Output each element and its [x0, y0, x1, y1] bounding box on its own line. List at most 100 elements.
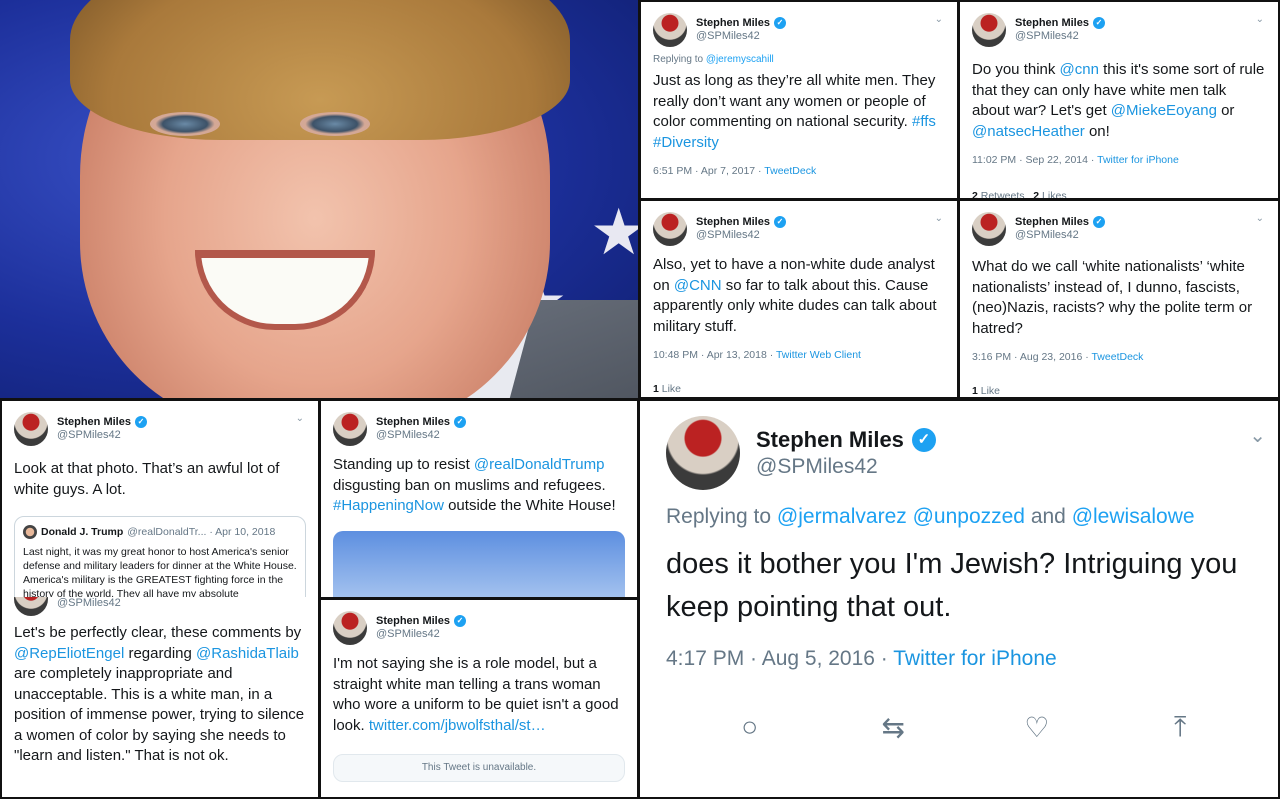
tweet-source[interactable]: TweetDeck	[1091, 351, 1143, 363]
mention-link[interactable]: @RepEliotEngel	[14, 645, 124, 662]
avatar[interactable]	[972, 212, 1006, 246]
chevron-down-icon[interactable]: ⌄	[1256, 213, 1264, 224]
hashtag-link[interactable]: #HappeningNow	[333, 497, 444, 514]
chevron-down-icon[interactable]: ⌄	[935, 14, 943, 25]
retweet-icon[interactable]: ⇆	[873, 711, 913, 744]
tweet-card[interactable]: Stephen Miles ✓ @SPMiles42 Standing up to…	[321, 401, 637, 597]
like-icon[interactable]: ♡	[1017, 711, 1057, 744]
reply-icon[interactable]: ○	[730, 711, 770, 744]
tweet-meta: 10:48 PM · Apr 13, 2018 · Twitter Web Cl…	[653, 349, 945, 361]
avatar[interactable]	[333, 412, 367, 446]
author-handle[interactable]: @SPMiles42	[756, 454, 936, 480]
tweet-card[interactable]: @SPMiles42 Let's be perfectly clear, the…	[2, 597, 318, 797]
author-name[interactable]: Stephen Miles	[1015, 17, 1089, 30]
mention-link[interactable]: @lewisalowe	[1072, 505, 1195, 528]
tweet-source[interactable]: Twitter for iPhone	[1097, 154, 1179, 166]
mention-link[interactable]: @jeremyscahill	[706, 54, 774, 65]
verified-icon: ✓	[453, 416, 466, 429]
mention-link[interactable]: @CNN	[674, 277, 722, 294]
author-name[interactable]: Stephen Miles	[376, 416, 450, 429]
retweet-label: Retweets	[977, 190, 1025, 198]
chevron-down-icon[interactable]: ⌄	[1256, 14, 1264, 25]
reply-and: and	[1024, 505, 1072, 528]
tweet-card[interactable]: Stephen Miles ✓ @SPMiles42 ⌄ Also, yet to…	[641, 201, 957, 397]
author-name[interactable]: Stephen Miles	[756, 426, 904, 454]
mention-link[interactable]: @cnn	[1060, 61, 1099, 78]
author-name[interactable]: Stephen Miles	[376, 615, 450, 628]
eye	[150, 112, 220, 136]
tweet-text: does it bother you I'm Jewish? Intriguin…	[666, 548, 1238, 623]
tweet-card[interactable]: Stephen Miles ✓ @SPMiles42 I'm not saying…	[321, 600, 637, 797]
author-name[interactable]: Stephen Miles	[1015, 216, 1089, 229]
mention-link[interactable]: @realDonaldTrump	[474, 456, 605, 473]
reply-context: Replying to @jermalvarez @unpozzed and @…	[666, 505, 1252, 529]
tweet-text-part: or	[1216, 102, 1235, 119]
verified-icon: ✓	[134, 416, 147, 429]
star-icon: ★	[590, 196, 638, 268]
author-name[interactable]: Stephen Miles	[696, 17, 770, 30]
author-handle[interactable]: @SPMiles42	[1015, 229, 1105, 242]
author-handle[interactable]: @SPMiles42	[376, 429, 466, 442]
author-handle[interactable]: @SPMiles42	[57, 597, 121, 610]
quoted-author-name: Donald J. Trump	[41, 526, 124, 538]
tweet-text-part: are completely inappropriate and unaccep…	[14, 665, 305, 764]
tweet-text-part: regarding	[124, 644, 197, 662]
quoted-tweet-text: Last night, it was my great honor to hos…	[23, 546, 297, 597]
avatar[interactable]	[653, 212, 687, 246]
tweet-stats: 2 Retweets 2 Likes	[972, 184, 1266, 198]
chevron-down-icon[interactable]: ⌄	[296, 413, 304, 424]
verified-icon: ✓	[453, 615, 466, 628]
tweet-source[interactable]: Twitter Web Client	[776, 349, 861, 361]
author-handle[interactable]: @SPMiles42	[1015, 30, 1105, 43]
unavailable-quote: This Tweet is unavailable.	[333, 754, 625, 782]
tweet-link[interactable]: twitter.com/jbwolfsthal/st…	[369, 717, 546, 734]
mention-link[interactable]: @natsecHeather	[972, 123, 1085, 140]
author-name[interactable]: Stephen Miles	[696, 216, 770, 229]
quoted-author-handle: @realDonaldTr... · Apr 10, 2018	[127, 526, 276, 538]
tweet-timestamp[interactable]: 10:48 PM · Apr 13, 2018 ·	[653, 349, 776, 361]
mention-link[interactable]: @MiekeEoyang	[1111, 102, 1217, 119]
tweet-media-image[interactable]	[333, 530, 625, 597]
tweet-source[interactable]: TweetDeck	[764, 165, 816, 177]
tweet-card[interactable]: Stephen Miles ✓ @SPMiles42 ⌄ Replying to …	[641, 2, 957, 198]
like-label: Like	[977, 385, 1001, 397]
avatar[interactable]	[333, 611, 367, 645]
hashtag-link[interactable]: #ffs	[912, 113, 936, 130]
avatar[interactable]	[653, 13, 687, 47]
hashtag-link[interactable]: #Diversity	[653, 134, 719, 151]
author-name[interactable]: Stephen Miles	[57, 416, 131, 429]
verified-icon: ✓	[773, 216, 786, 229]
tweet-card[interactable]: Stephen Miles ✓ @SPMiles42 ⌄ Look at that…	[2, 401, 318, 597]
avatar[interactable]	[14, 597, 48, 616]
like-label: Likes	[1039, 190, 1067, 198]
chevron-down-icon[interactable]: ⌄	[935, 213, 943, 224]
tweet-text-part: Do you think	[972, 61, 1060, 78]
tweet-timestamp[interactable]: 3:16 PM · Aug 23, 2016 ·	[972, 351, 1091, 363]
author-handle[interactable]: @SPMiles42	[696, 30, 786, 43]
tweet-timestamp[interactable]: 4:17 PM · Aug 5, 2016 ·	[666, 647, 893, 670]
tweet-meta: 11:02 PM · Sep 22, 2014 · Twitter for iP…	[972, 154, 1266, 166]
tweet-header: Stephen Miles ✓ @SPMiles42 ⌄	[972, 211, 1266, 247]
tweet-card[interactable]: Stephen Miles ✓ @SPMiles42 ⌄ What do we c…	[960, 201, 1278, 397]
tweet-card[interactable]: Stephen Miles ✓ @SPMiles42 ⌄ Replying to …	[640, 401, 1278, 797]
tweet-header: Stephen Miles ✓ @SPMiles42 ⌄	[653, 12, 945, 48]
verified-icon: ✓	[1092, 216, 1105, 229]
tweet-timestamp[interactable]: 11:02 PM · Sep 22, 2014 ·	[972, 154, 1097, 166]
author-handle[interactable]: @SPMiles42	[376, 628, 466, 641]
avatar[interactable]	[972, 13, 1006, 47]
quoted-avatar	[23, 525, 37, 539]
quoted-tweet[interactable]: Donald J. Trump @realDonaldTr... · Apr 1…	[14, 516, 306, 597]
tweet-text: Standing up to resist @realDonaldTrump d…	[333, 455, 625, 517]
share-icon[interactable]: ⤒	[1160, 711, 1200, 744]
avatar[interactable]	[666, 416, 740, 490]
tweet-card[interactable]: Stephen Miles ✓ @SPMiles42 ⌄ Do you think…	[960, 2, 1278, 198]
mention-link[interactable]: @RashidaTlaib	[196, 645, 299, 662]
tweet-source[interactable]: Twitter for iPhone	[893, 647, 1056, 670]
avatar[interactable]	[14, 412, 48, 446]
chevron-down-icon[interactable]: ⌄	[1249, 423, 1266, 448]
tweet-timestamp[interactable]: 6:51 PM · Apr 7, 2017 ·	[653, 165, 764, 177]
tweet-text: Also, yet to have a non-white dude analy…	[653, 255, 945, 337]
author-handle[interactable]: @SPMiles42	[57, 429, 147, 442]
author-handle[interactable]: @SPMiles42	[696, 229, 786, 242]
mention-link[interactable]: @jermalvarez @unpozzed	[777, 505, 1025, 528]
